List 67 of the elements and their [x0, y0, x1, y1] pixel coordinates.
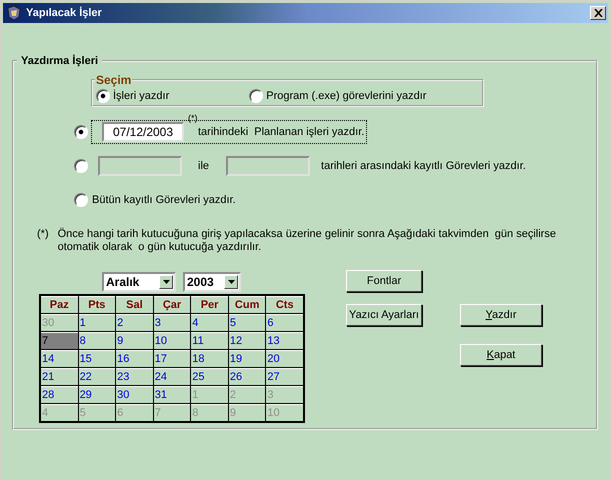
- note-text: Önce hangi tarih kutucuğuna giriş yapılacaksa üzerine gelinir sonra Aşağıdaki takvimden gün seçilirse otomatik olarak o gün kutucuğa yazdırılır.: [58, 228, 556, 254]
- day-cell[interactable]: 1: [78, 314, 116, 331]
- end-date-field[interactable]: [226, 156, 310, 176]
- day-cell[interactable]: 10: [154, 332, 190, 349]
- footnote-mark: (*): [188, 113, 198, 123]
- day-cell[interactable]: 28: [41, 386, 78, 403]
- day-cell[interactable]: 5: [228, 314, 266, 331]
- day-cell[interactable]: 24: [154, 368, 190, 385]
- day-cell[interactable]: 16: [116, 350, 153, 367]
- app-icon: [6, 5, 22, 21]
- day-cell[interactable]: 27: [266, 368, 303, 385]
- weekday-header: Cts: [266, 296, 303, 313]
- weekday-header: Per: [191, 296, 228, 313]
- dialog-button[interactable]: Yazdır: [460, 304, 542, 326]
- day-cell[interactable]: 8: [78, 332, 116, 349]
- day-cell[interactable]: 25: [191, 368, 228, 385]
- weekday-header: Sal: [116, 296, 153, 313]
- day-cell[interactable]: 23: [116, 368, 153, 385]
- radio-button[interactable]: [74, 125, 88, 139]
- day-cell[interactable]: 20: [266, 350, 303, 367]
- day-cell[interactable]: 22: [78, 368, 116, 385]
- option-label: tarihleri arasındaki kayıtlı Görevleri yazdır.: [321, 160, 526, 172]
- weekday-header: Paz: [41, 296, 78, 313]
- radio-label: Program (.exe) görevlerini yazdır: [266, 90, 426, 102]
- radio-button[interactable]: [74, 193, 88, 207]
- day-cell[interactable]: 4: [191, 314, 228, 331]
- group-legend: Yazdırma İşleri: [17, 55, 102, 67]
- close-button[interactable]: [590, 6, 606, 20]
- joiner-label: ile: [198, 160, 210, 172]
- day-cell[interactable]: 13: [266, 332, 303, 349]
- weekday-header: Cum: [228, 296, 266, 313]
- month-dropdown[interactable]: Aralık: [102, 272, 176, 292]
- selection-legend: Seçim: [95, 73, 132, 87]
- day-cell[interactable]: 9: [116, 332, 153, 349]
- dialog-button[interactable]: Kapat: [460, 344, 542, 366]
- day-cell[interactable]: 14: [41, 350, 78, 367]
- radio-button[interactable]: [96, 89, 110, 103]
- day-cell[interactable]: 6: [266, 314, 303, 331]
- day-cell[interactable]: 15: [78, 350, 116, 367]
- weekday-header: Çar: [154, 296, 190, 313]
- day-cell[interactable]: 21: [41, 368, 78, 385]
- day-cell[interactable]: 26: [228, 368, 266, 385]
- option-label: tarihindeki Planlanan işleri yazdır.: [198, 126, 364, 138]
- close-icon: [594, 9, 602, 17]
- dialog-button[interactable]: Fontlar: [346, 270, 422, 292]
- option-label: Bütün kayıtlı Görevleri yazdır.: [92, 194, 236, 206]
- day-cell[interactable]: 2: [116, 314, 153, 331]
- note-mark: (*): [37, 228, 49, 242]
- year-dropdown[interactable]: 2003: [183, 272, 241, 292]
- weekday-header: Pts: [78, 296, 116, 313]
- day-cell[interactable]: 17: [154, 350, 190, 367]
- radio-button[interactable]: [74, 159, 88, 173]
- radio-button[interactable]: [249, 89, 264, 103]
- radio-label: İşleri yazdır: [113, 90, 170, 102]
- day-cell[interactable]: 30: [116, 386, 153, 403]
- day-cell[interactable]: 19: [228, 350, 266, 367]
- start-date-field[interactable]: [98, 156, 182, 176]
- day-cell[interactable]: 12: [228, 332, 266, 349]
- day-cell[interactable]: 18: [191, 350, 228, 367]
- day-cell[interactable]: 11: [191, 332, 228, 349]
- window-title: Yapılacak İşler: [26, 7, 103, 19]
- day-cell[interactable]: 3: [154, 314, 190, 331]
- dialog-button[interactable]: Yazıcı Ayarları: [346, 304, 422, 326]
- date-field[interactable]: 07/12/2003: [102, 122, 184, 142]
- day-cell[interactable]: 31: [154, 386, 190, 403]
- day-cell[interactable]: 29: [78, 386, 116, 403]
- day-cell[interactable]: 7: [41, 332, 78, 349]
